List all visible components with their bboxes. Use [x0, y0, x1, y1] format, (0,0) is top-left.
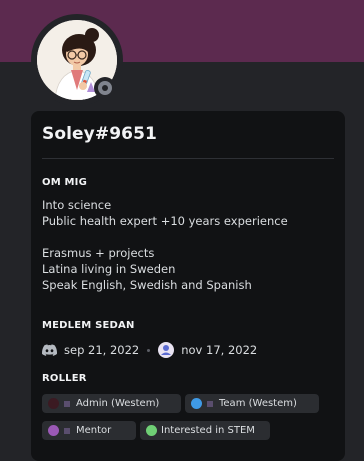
role-mentor[interactable]: Mentor	[42, 421, 136, 440]
role-admin[interactable]: Admin (Westem)	[42, 394, 181, 413]
about-title: OM MIG	[42, 177, 88, 188]
role-color-dot[interactable]	[48, 425, 59, 436]
role-emoji-icon	[63, 427, 71, 435]
about-line-empty	[42, 229, 337, 245]
server-icon	[158, 342, 175, 358]
role-label: Interested in STEM	[161, 425, 255, 436]
about-line: Into science	[42, 198, 112, 212]
role-label: Admin (Westem)	[76, 398, 160, 409]
about-line: Erasmus + projects	[42, 246, 155, 260]
role-color-dot[interactable]	[191, 398, 202, 409]
role-label: Team (Westem)	[219, 398, 297, 409]
member-since-row: sep 21, 2022 nov 17, 2022	[42, 341, 257, 359]
member-since-title: MEDLEM SEDAN	[42, 320, 135, 331]
separator-dot	[147, 348, 151, 352]
about-text: Into science Public health expert +10 ye…	[42, 197, 337, 293]
about-line: Public health expert +10 years experienc…	[42, 214, 288, 228]
about-line: Speak English, Swedish and Spanish	[42, 278, 252, 292]
role-label: Mentor	[76, 425, 112, 436]
offline-status-icon	[98, 81, 112, 95]
server-join-date: nov 17, 2022	[181, 343, 258, 357]
profile-card: Soley#9651 OM MIG Into science Public he…	[31, 111, 345, 461]
about-line: Latina living in Sweden	[42, 262, 176, 276]
role-team[interactable]: Team (Westem)	[185, 394, 319, 413]
role-emoji-icon	[63, 400, 71, 408]
role-color-dot[interactable]	[48, 398, 59, 409]
discord-join-date: sep 21, 2022	[64, 343, 140, 357]
discord-icon	[42, 344, 57, 356]
role-color-dot[interactable]	[146, 425, 157, 436]
role-interested-in-stem[interactable]: Interested in STEM	[140, 421, 270, 440]
role-emoji-icon	[206, 400, 214, 408]
avatar-container[interactable]	[31, 14, 123, 106]
status-indicator	[94, 77, 116, 99]
roles-title: ROLLER	[42, 373, 87, 384]
username[interactable]: Soley#9651	[42, 124, 157, 144]
divider	[42, 158, 334, 159]
